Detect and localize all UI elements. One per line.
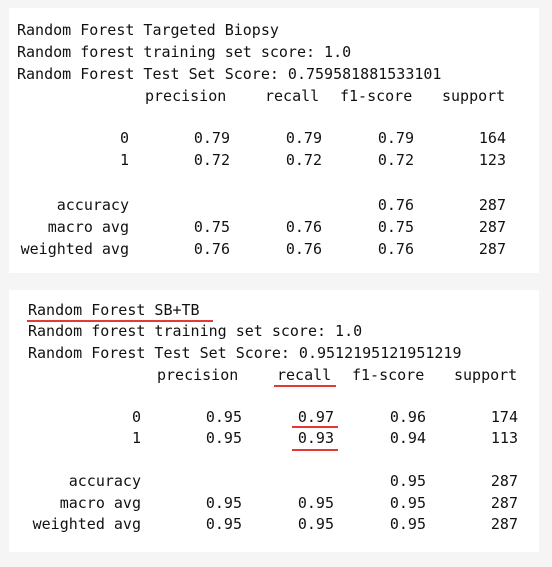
- summary-support-accuracy: 287: [478, 196, 506, 214]
- recall-1-underline-annotation: [292, 449, 338, 451]
- test-score-line: Random Forest Test Set Score: 0.75958188…: [17, 65, 442, 83]
- summary-support-macro-avg: 287: [490, 494, 518, 512]
- summary-f1-macro-avg: 0.75: [377, 218, 414, 236]
- summary-label-macro-avg: macro avg: [47, 218, 129, 236]
- header-f1-score: f1-score: [352, 366, 425, 384]
- summary-f1-macro-avg: 0.95: [389, 494, 426, 512]
- summary-support-macro-avg: 287: [478, 218, 506, 236]
- row-label-0: 0: [131, 408, 141, 426]
- summary-recall-weighted-avg: 0.95: [297, 515, 334, 533]
- cell-f1-0: 0.96: [389, 408, 426, 426]
- cell-support-0: 164: [478, 129, 506, 147]
- summary-f1-accuracy: 0.95: [389, 472, 426, 490]
- summary-f1-accuracy: 0.76: [377, 196, 414, 214]
- cell-recall-0: 0.79: [285, 129, 322, 147]
- cell-precision-0: 0.95: [205, 408, 242, 426]
- cell-precision-1: 0.72: [193, 151, 230, 169]
- summary-f1-weighted-avg: 0.95: [389, 515, 426, 533]
- cell-f1-1: 0.72: [377, 151, 414, 169]
- classification-report-bottom: Random Forest SB+TB Random forest traini…: [9, 290, 539, 552]
- summary-precision-macro-avg: 0.95: [205, 494, 242, 512]
- report-title: Random Forest Targeted Biopsy: [17, 21, 279, 39]
- row-label-1: 1: [119, 151, 129, 169]
- header-precision: precision: [157, 366, 239, 384]
- cell-support-1: 123: [478, 151, 506, 169]
- header-precision: precision: [145, 87, 227, 105]
- summary-recall-macro-avg: 0.76: [285, 218, 322, 236]
- cell-precision-0: 0.79: [193, 129, 230, 147]
- cell-precision-1: 0.95: [205, 429, 242, 447]
- summary-precision-macro-avg: 0.75: [193, 218, 230, 236]
- summary-support-accuracy: 287: [490, 472, 518, 490]
- training-score-line: Random forest training set score: 1.0: [28, 322, 363, 340]
- summary-support-weighted-avg: 287: [490, 515, 518, 533]
- row-label-1: 1: [131, 429, 141, 447]
- cell-support-1: 113: [490, 429, 518, 447]
- cell-f1-1: 0.94: [389, 429, 426, 447]
- report-title: Random Forest SB+TB: [28, 301, 200, 319]
- summary-precision-weighted-avg: 0.76: [193, 240, 230, 258]
- summary-support-weighted-avg: 287: [478, 240, 506, 258]
- header-recall: recall: [277, 366, 332, 384]
- summary-f1-weighted-avg: 0.76: [377, 240, 414, 258]
- summary-recall-macro-avg: 0.95: [297, 494, 334, 512]
- cell-recall-1: 0.72: [285, 151, 322, 169]
- summary-label-accuracy: accuracy: [68, 472, 141, 490]
- summary-precision-weighted-avg: 0.95: [205, 515, 242, 533]
- cell-f1-0: 0.79: [377, 129, 414, 147]
- header-f1-score: f1-score: [340, 87, 413, 105]
- recall-underline-annotation: [274, 385, 336, 387]
- cell-recall-1: 0.93: [297, 429, 334, 447]
- summary-label-weighted-avg: weighted avg: [32, 515, 141, 533]
- summary-label-accuracy: accuracy: [56, 196, 129, 214]
- row-label-0: 0: [119, 129, 129, 147]
- test-score-line: Random Forest Test Set Score: 0.95121951…: [28, 344, 462, 362]
- summary-label-weighted-avg: weighted avg: [20, 240, 129, 258]
- training-score-line: Random forest training set score: 1.0: [17, 43, 352, 61]
- summary-recall-weighted-avg: 0.76: [285, 240, 322, 258]
- header-support: support: [454, 366, 518, 384]
- header-recall: recall: [265, 87, 320, 105]
- summary-label-macro-avg: macro avg: [59, 494, 141, 512]
- classification-report-top: Random Forest Targeted Biopsy Random for…: [9, 8, 539, 273]
- header-support: support: [442, 87, 506, 105]
- cell-recall-0: 0.97: [297, 408, 334, 426]
- cell-support-0: 174: [490, 408, 518, 426]
